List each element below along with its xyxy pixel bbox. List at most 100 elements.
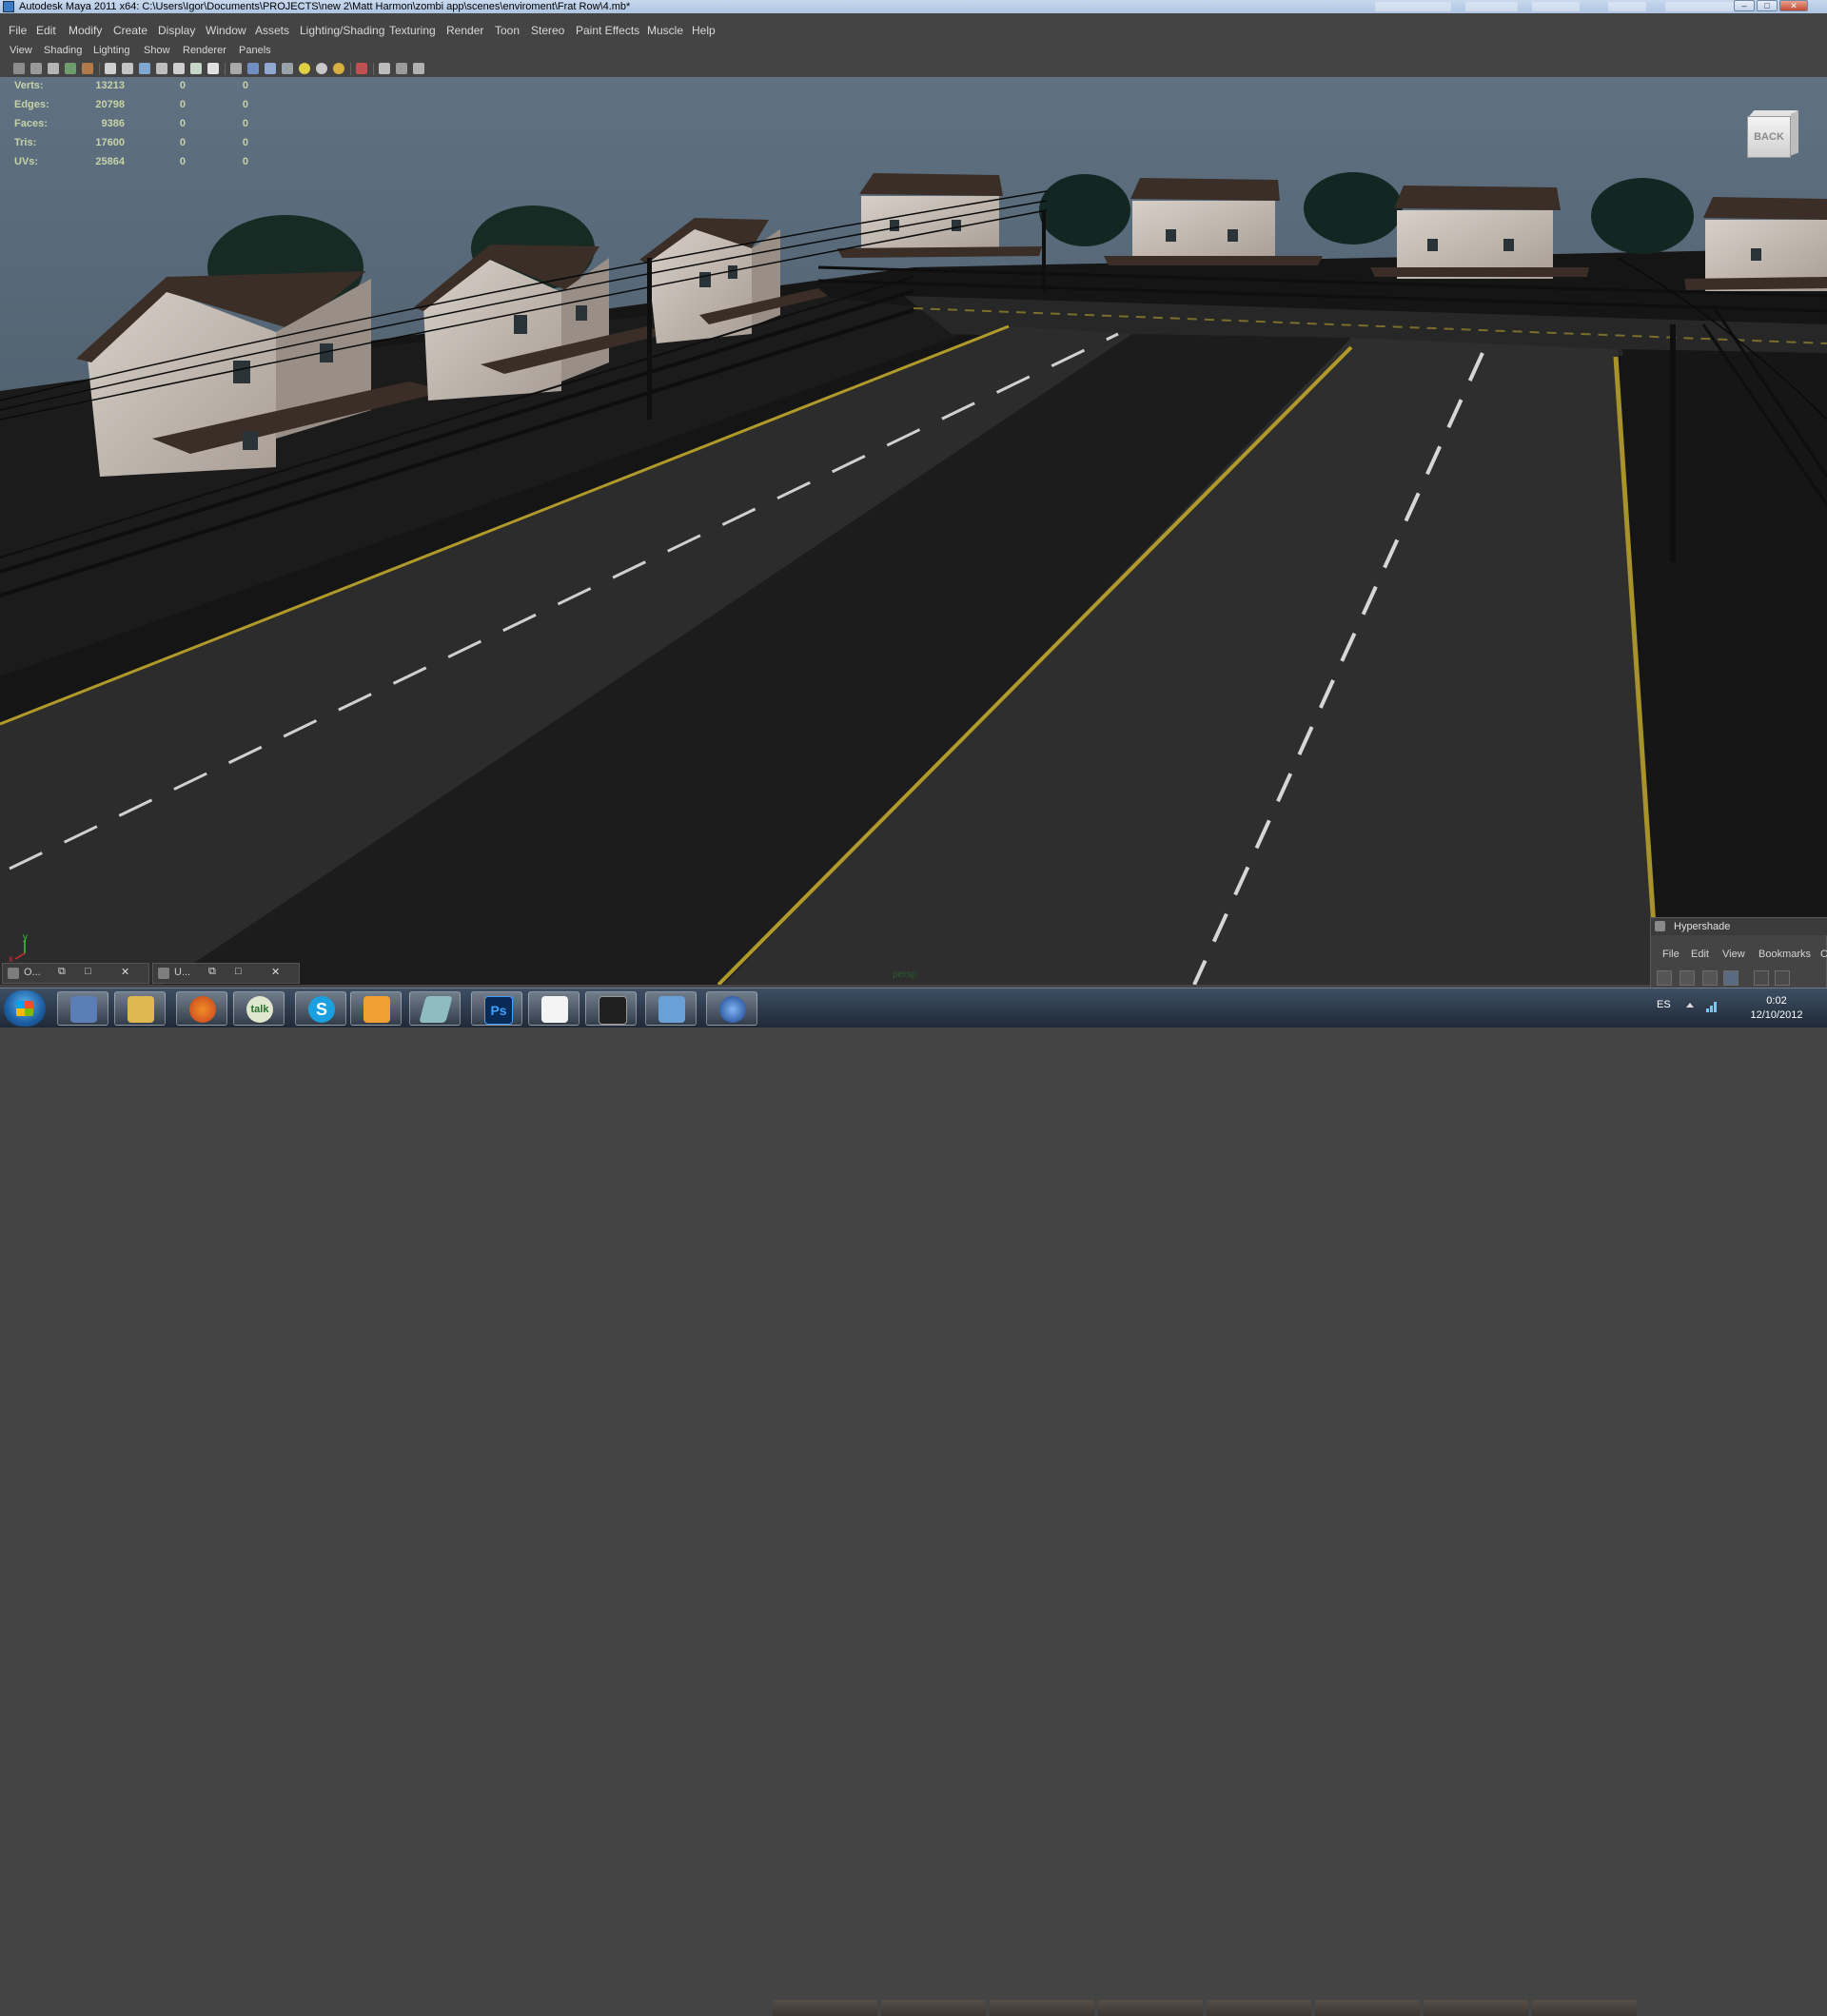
panel-menu-lighting[interactable]: Lighting <box>93 45 130 56</box>
restore-button[interactable]: ⧉ <box>208 966 216 978</box>
close-button[interactable]: ✕ <box>121 966 129 978</box>
two-d-pan-icon[interactable] <box>82 63 93 74</box>
window-titlebar[interactable]: Autodesk Maya 2011 x64: C:\Users\Igor\Do… <box>0 0 1827 13</box>
default-light-icon[interactable] <box>299 63 310 74</box>
menu-muscle[interactable]: Muscle <box>647 24 683 37</box>
hypershade-menu-file[interactable]: File <box>1662 949 1680 960</box>
menu-file[interactable]: File <box>9 24 27 37</box>
xray-joints-icon[interactable] <box>396 63 407 74</box>
start-button[interactable] <box>4 990 46 1027</box>
menu-window[interactable]: Window <box>206 24 246 37</box>
taskbar-thumbnail <box>773 2000 877 2016</box>
taskbar-app[interactable] <box>409 991 461 1026</box>
panel-menu-shading[interactable]: Shading <box>44 45 82 56</box>
hypershade-menu-more[interactable]: C <box>1820 949 1827 960</box>
view-cube[interactable]: BACK <box>1743 107 1798 162</box>
hypershade-menu-bookmarks[interactable]: Bookmarks <box>1758 949 1811 960</box>
shadows-icon[interactable] <box>333 63 344 74</box>
taskbar-app[interactable] <box>350 991 402 1026</box>
panel-toolbar <box>0 61 1827 78</box>
menu-lighting-shading[interactable]: Lighting/Shading <box>300 24 384 37</box>
taskbar-app[interactable] <box>57 991 108 1026</box>
taskbar-app[interactable]: S <box>295 991 346 1026</box>
resolution-gate-icon[interactable] <box>139 63 150 74</box>
menu-modify[interactable]: Modify <box>69 24 102 37</box>
minimize-button[interactable]: – <box>1734 0 1755 11</box>
titlebar-ghost-tab <box>1665 2 1741 11</box>
close-button[interactable]: ✕ <box>271 966 280 978</box>
menu-texturing[interactable]: Texturing <box>389 24 436 37</box>
panel-menu-panels[interactable]: Panels <box>239 45 271 56</box>
textured-icon[interactable] <box>316 63 327 74</box>
image-plane-icon[interactable] <box>65 63 76 74</box>
menu-assets[interactable]: Assets <box>255 24 289 37</box>
panel-menu-view[interactable]: View <box>10 45 32 56</box>
close-button[interactable]: ✕ <box>1779 0 1808 11</box>
persp-viewport[interactable] <box>0 77 1827 985</box>
hypershade-menu-view[interactable]: View <box>1722 949 1745 960</box>
restore-button[interactable]: ⧉ <box>58 966 66 978</box>
field-chart-icon[interactable] <box>173 63 185 74</box>
maya-icon <box>419 996 453 1023</box>
menu-paint-effects[interactable]: Paint Effects <box>576 24 639 37</box>
show-hidden-icons-icon[interactable] <box>1686 1003 1694 1008</box>
menu-display[interactable]: Display <box>158 24 195 37</box>
panel-menu-renderer[interactable]: Renderer <box>183 45 226 56</box>
menu-help[interactable]: Help <box>692 24 716 37</box>
taskbar-app[interactable] <box>706 991 757 1026</box>
safe-title-icon[interactable] <box>207 63 219 74</box>
taskbar-app[interactable] <box>114 991 166 1026</box>
menu-edit[interactable]: Edit <box>36 24 56 37</box>
bookmark-icon[interactable] <box>48 63 59 74</box>
safe-action-icon[interactable] <box>190 63 202 74</box>
backface-icon[interactable] <box>413 63 424 74</box>
hypershade-layout-icon[interactable] <box>1680 970 1695 986</box>
view-cube-side[interactable] <box>1791 110 1798 156</box>
hypershade-layout-icon[interactable] <box>1657 970 1672 986</box>
film-gate-icon[interactable] <box>122 63 133 74</box>
language-indicator[interactable]: ES <box>1657 999 1671 1010</box>
titlebar-ghost-tab <box>1608 2 1646 11</box>
maximize-button[interactable]: □ <box>1757 0 1778 11</box>
windows-logo-icon <box>16 1001 33 1016</box>
select-camera-icon[interactable] <box>13 63 25 74</box>
flat-shade-icon[interactable] <box>265 63 276 74</box>
hypershade-menu-edit[interactable]: Edit <box>1691 949 1709 960</box>
bounding-box-icon[interactable] <box>282 63 293 74</box>
hud-value: 0 <box>179 137 186 148</box>
isolate-select-icon[interactable] <box>356 63 367 74</box>
maximize-button[interactable]: □ <box>85 966 91 977</box>
tree <box>1591 178 1694 254</box>
firefox-icon <box>189 996 216 1023</box>
menu-create[interactable]: Create <box>113 24 147 37</box>
taskbar-app[interactable]: talk <box>233 991 285 1026</box>
wireframe-icon[interactable] <box>230 63 242 74</box>
menu-render[interactable]: Render <box>446 24 483 37</box>
panel-menu-show[interactable]: Show <box>144 45 170 56</box>
maximize-button[interactable]: □ <box>235 966 242 977</box>
hypershade-titlebar[interactable]: Hypershade <box>1651 918 1827 935</box>
hud-value: 0 <box>242 99 248 110</box>
camera-attributes-icon[interactable] <box>30 63 42 74</box>
hypershade-layout-icon[interactable] <box>1723 970 1739 986</box>
smooth-shade-icon[interactable] <box>247 63 259 74</box>
tray-clock[interactable]: 0:02 12/10/2012 <box>1734 994 1819 1023</box>
menu-toon[interactable]: Toon <box>495 24 520 37</box>
taskbar-app[interactable] <box>585 991 637 1026</box>
taskbar-app[interactable] <box>528 991 580 1026</box>
taskbar-thumbnail <box>1532 2000 1637 2016</box>
taskbar-app[interactable] <box>645 991 697 1026</box>
hypershade-graph-icon[interactable] <box>1754 970 1769 986</box>
minimized-window[interactable]: U... ⧉ □ ✕ <box>152 963 300 984</box>
network-icon[interactable] <box>1705 1000 1719 1013</box>
taskbar-app[interactable] <box>176 991 227 1026</box>
grid-icon[interactable] <box>105 63 116 74</box>
menu-stereo[interactable]: Stereo <box>531 24 564 37</box>
gate-mask-icon[interactable] <box>156 63 167 74</box>
hypershade-layout-icon[interactable] <box>1702 970 1718 986</box>
minimized-window[interactable]: O... ⧉ □ ✕ <box>2 963 149 984</box>
taskbar-app[interactable]: Ps <box>471 991 522 1026</box>
hypershade-window[interactable]: Hypershade File Edit View Bookmarks C <box>1650 917 1827 989</box>
hypershade-graph-icon[interactable] <box>1775 970 1790 986</box>
xray-icon[interactable] <box>379 63 390 74</box>
